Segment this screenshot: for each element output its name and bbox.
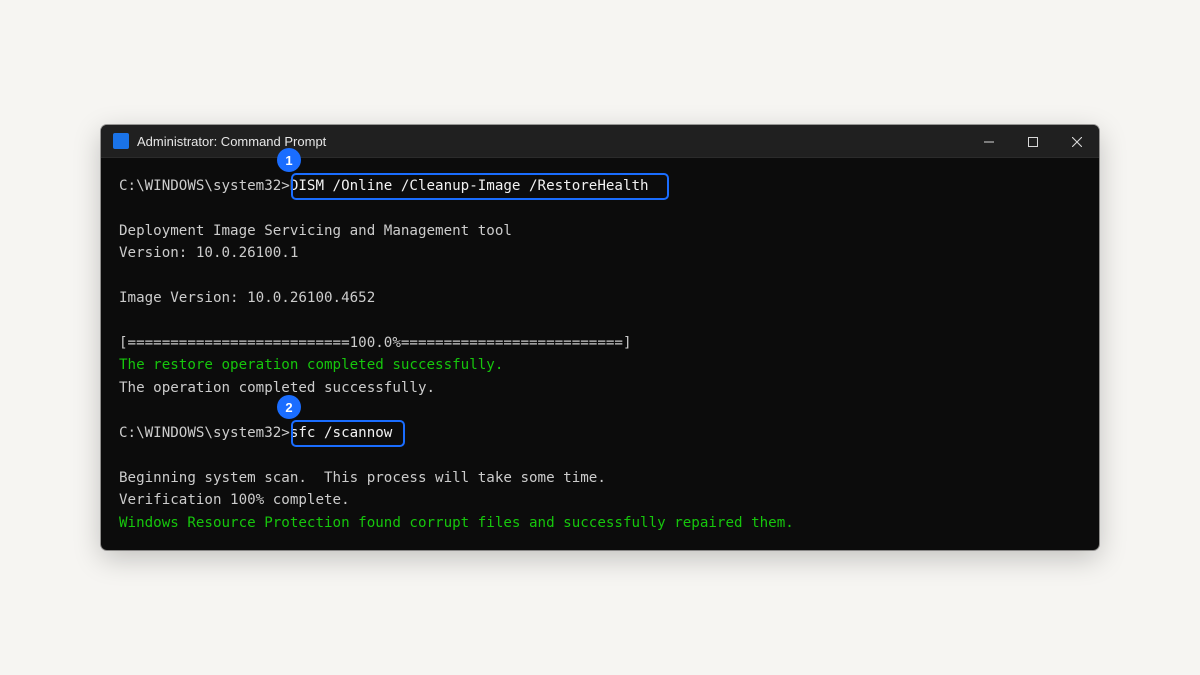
success-message: Windows Resource Protection found corrup… xyxy=(119,515,794,531)
window-title: Administrator: Command Prompt xyxy=(137,134,327,149)
minimize-icon xyxy=(984,141,994,142)
step-badge-2: 2 xyxy=(277,395,301,419)
minimize-button[interactable] xyxy=(967,125,1011,158)
prompt-path: C:\WINDOWS\system32> xyxy=(119,425,290,441)
highlight-box-step-2 xyxy=(291,420,405,447)
console-line: Image Version: 10.0.26100.4652 xyxy=(119,290,376,306)
progress-bar-text: [==========================100.0%=======… xyxy=(119,335,632,351)
maximize-button[interactable] xyxy=(1011,125,1055,158)
console-line: Verification 100% complete. xyxy=(119,492,350,508)
command-prompt-icon xyxy=(113,133,129,149)
title-bar[interactable]: Administrator: Command Prompt xyxy=(101,125,1099,158)
command-prompt-window: Administrator: Command Prompt C:\WINDOWS… xyxy=(101,125,1099,550)
console-line: The operation completed successfully. xyxy=(119,380,436,396)
highlight-box-step-1 xyxy=(291,173,669,200)
console-line: Deployment Image Servicing and Managemen… xyxy=(119,223,512,239)
step-badge-1: 1 xyxy=(277,148,301,172)
close-icon xyxy=(1072,136,1082,147)
console-line: Beginning system scan. This process will… xyxy=(119,470,606,486)
prompt-path: C:\WINDOWS\system32> xyxy=(119,178,290,194)
close-button[interactable] xyxy=(1055,125,1099,158)
success-message: The restore operation completed successf… xyxy=(119,357,504,373)
console-output[interactable]: C:\WINDOWS\system32>DISM /Online /Cleanu… xyxy=(101,158,1099,550)
console-line: Version: 10.0.26100.1 xyxy=(119,245,299,261)
maximize-icon xyxy=(1028,136,1038,147)
